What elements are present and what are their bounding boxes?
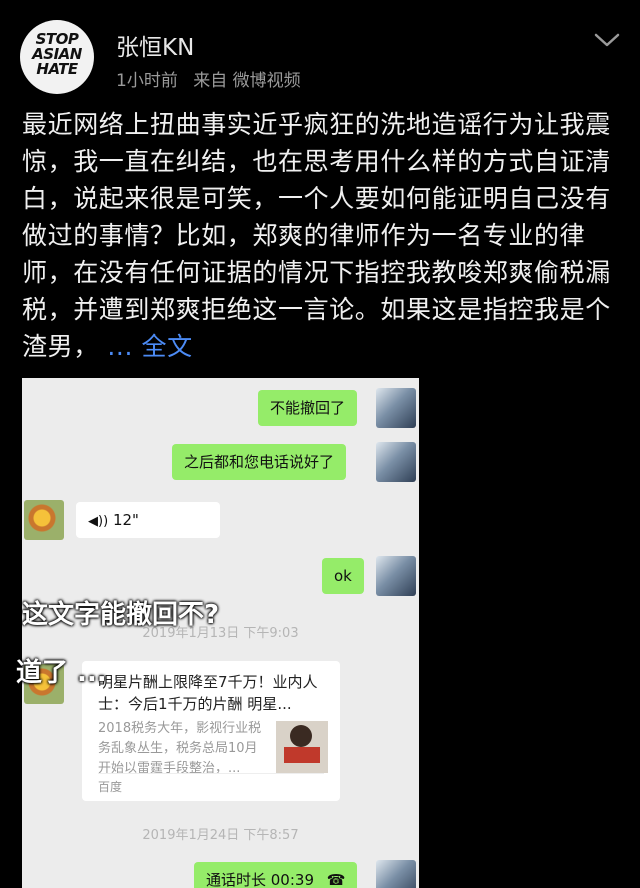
- chat-bubble-2: 之后都和您电话说好了: [172, 444, 347, 480]
- timestamp: 2019年1月24日 下午8:57: [142, 828, 299, 843]
- chat-bubble-1: 不能撤回了: [258, 390, 358, 426]
- overlay-caption-1: 这文字能撤回不?: [22, 600, 220, 630]
- avatar[interactable]: STOP ASIAN HATE: [20, 20, 94, 94]
- avatar: [376, 860, 416, 888]
- post-source[interactable]: 来自 微博视频: [193, 71, 300, 91]
- chat-screenshot[interactable]: 不能撤回了 之后都和您电话说好了 ◀)) 12" ok 2019年1月13日 下…: [22, 378, 419, 888]
- stop-asian-hate-logo: STOP ASIAN HATE: [20, 32, 94, 77]
- post-text: 最近网络上扭曲事实近乎疯狂的洗地造谣行为让我震惊，我一直在纠结，也在思考用什么样…: [22, 106, 622, 365]
- link-card[interactable]: 明星片酬上限降至7千万！业内人士：今后1千万的片酬 明星... 2018税务大年…: [82, 661, 340, 801]
- chevron-down-icon[interactable]: [594, 32, 620, 48]
- voice-duration: 12": [112, 511, 139, 529]
- card-title: 明星片酬上限降至7千万！业内人士：今后1千万的片酬 明星...: [98, 673, 318, 713]
- call-duration-bubble[interactable]: 通话时长 00:39 ☎: [194, 862, 358, 888]
- avatar: [24, 500, 64, 540]
- voice-icon: ◀)): [88, 514, 109, 529]
- chat-bubble-3: ok: [322, 558, 364, 594]
- post-time: 1小时前: [116, 71, 178, 91]
- avatar: [376, 442, 416, 482]
- post-meta: 1小时前 来自 微博视频: [116, 66, 311, 91]
- voice-message[interactable]: ◀)) 12": [76, 502, 220, 538]
- avatar: [376, 556, 416, 596]
- username[interactable]: 张恒KN: [116, 28, 194, 62]
- logo-line-3: HATE: [36, 60, 78, 78]
- post-body: 最近网络上扭曲事实近乎疯狂的洗地造谣行为让我震惊，我一直在纠结，也在思考用什么样…: [22, 110, 611, 361]
- phone-icon: ☎: [326, 871, 346, 888]
- overlay-caption-2: 道了 ...: [16, 658, 107, 688]
- card-thumbnail: [276, 721, 328, 773]
- card-description: 2018税务大年，影视行业税务乱象丛生，税务总局10月开始以雷霆手段整治，...: [98, 721, 262, 776]
- expand-full-text-link[interactable]: ... 全文: [99, 332, 193, 361]
- avatar: [376, 388, 416, 428]
- call-duration: 通话时长 00:39: [206, 871, 314, 888]
- card-source: 百度: [98, 773, 324, 795]
